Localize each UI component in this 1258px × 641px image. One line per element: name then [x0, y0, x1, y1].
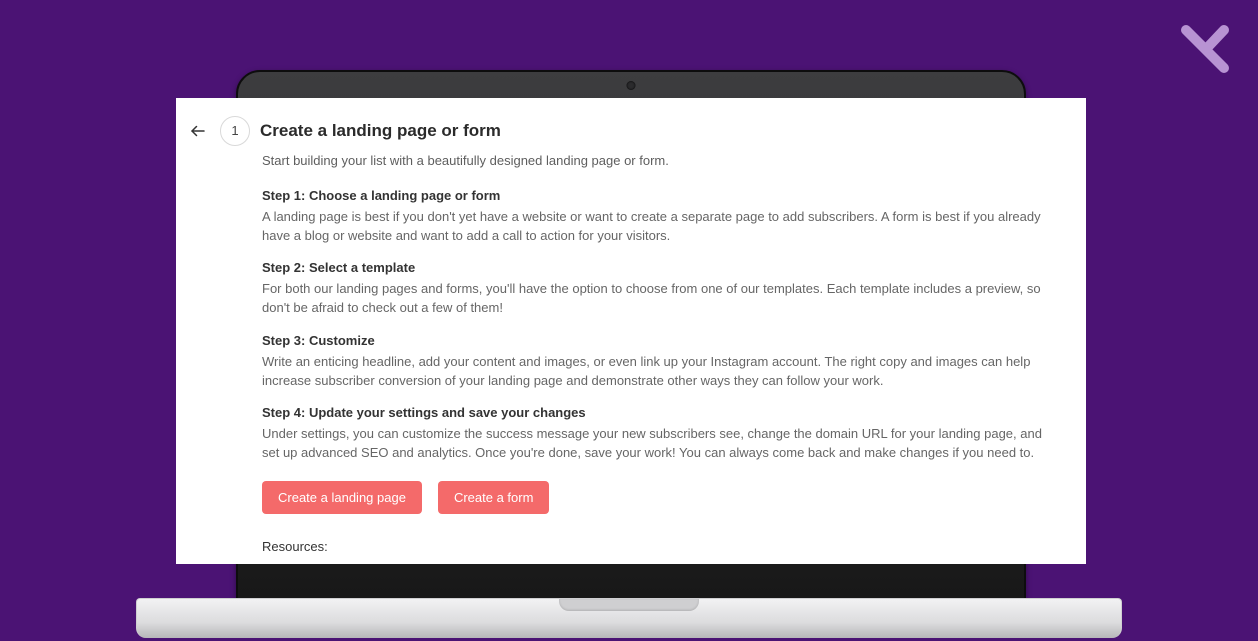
step-number: 1	[231, 122, 238, 141]
step-1-copy: A landing page is best if you don't yet …	[262, 208, 1058, 246]
laptop-notch	[559, 599, 699, 611]
step-4-heading: Step 4: Update your settings and save yo…	[262, 404, 1058, 423]
page-header: 1 Create a landing page or form	[186, 116, 1064, 146]
step-4-copy: Under settings, you can customize the su…	[262, 425, 1058, 463]
step-3-copy: Write an enticing headline, add your con…	[262, 353, 1058, 391]
step-1-heading: Step 1: Choose a landing page or form	[262, 187, 1058, 206]
step-2-copy: For both our landing pages and forms, yo…	[262, 280, 1058, 318]
create-landing-page-button[interactable]: Create a landing page	[262, 481, 422, 514]
step-4: Step 4: Update your settings and save yo…	[262, 404, 1058, 463]
laptop-camera	[627, 81, 636, 90]
step-2: Step 2: Select a template For both our l…	[262, 259, 1058, 318]
step-2-heading: Step 2: Select a template	[262, 259, 1058, 278]
back-arrow-icon[interactable]	[186, 119, 210, 143]
step-1: Step 1: Choose a landing page or form A …	[262, 187, 1058, 246]
resource-link-0[interactable]: How to create a landing page	[288, 563, 457, 564]
step-3-heading: Step 3: Customize	[262, 332, 1058, 351]
app-screen: 1 Create a landing page or form Start bu…	[176, 98, 1086, 564]
step-number-badge: 1	[220, 116, 250, 146]
resource-item-0: How to create a landing page	[262, 563, 1058, 564]
create-form-button[interactable]: Create a form	[438, 481, 549, 514]
brand-x-logo	[1180, 24, 1230, 74]
cta-buttons: Create a landing page Create a form	[262, 481, 1058, 514]
laptop-base	[136, 598, 1122, 638]
step-3: Step 3: Customize Write an enticing head…	[262, 332, 1058, 391]
resources-heading: Resources:	[262, 538, 1058, 557]
page-title: Create a landing page or form	[260, 119, 501, 144]
page-subtitle: Start building your list with a beautifu…	[262, 152, 1058, 171]
